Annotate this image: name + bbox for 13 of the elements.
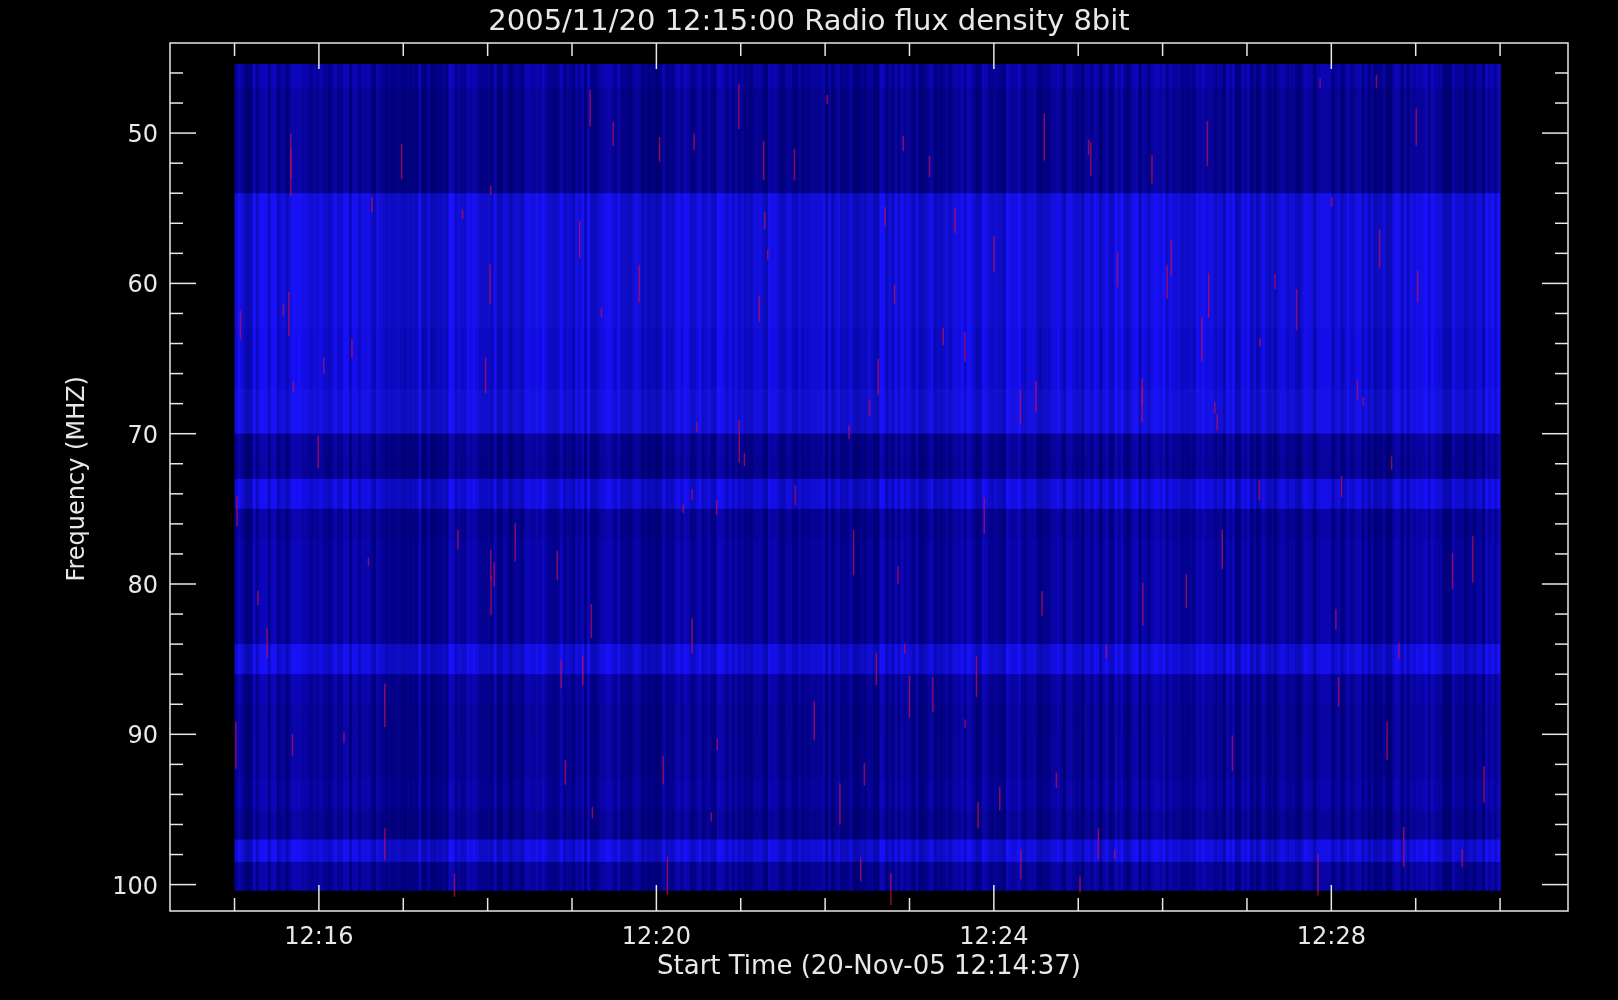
- chart-title: 2005/11/20 12:15:00 Radio flux density 8bit: [488, 2, 1130, 39]
- x-tick-label: 12:16: [284, 922, 354, 950]
- x-tick-label: 12:28: [1296, 922, 1366, 950]
- x-axis-label: Start Time (20-Nov-05 12:14:37): [657, 950, 1081, 980]
- y-tick-label: 60: [127, 270, 158, 299]
- y-axis-label: Frequency (MHZ): [62, 376, 90, 582]
- y-tick-label: 100: [112, 871, 158, 900]
- x-tick-label: 12:20: [621, 922, 691, 950]
- y-tick-label: 70: [127, 420, 158, 449]
- y-tick-label: 90: [127, 721, 158, 750]
- y-tick-label: 50: [127, 120, 158, 149]
- y-tick-label: 80: [127, 571, 158, 599]
- x-tick-label: 12:24: [959, 922, 1029, 950]
